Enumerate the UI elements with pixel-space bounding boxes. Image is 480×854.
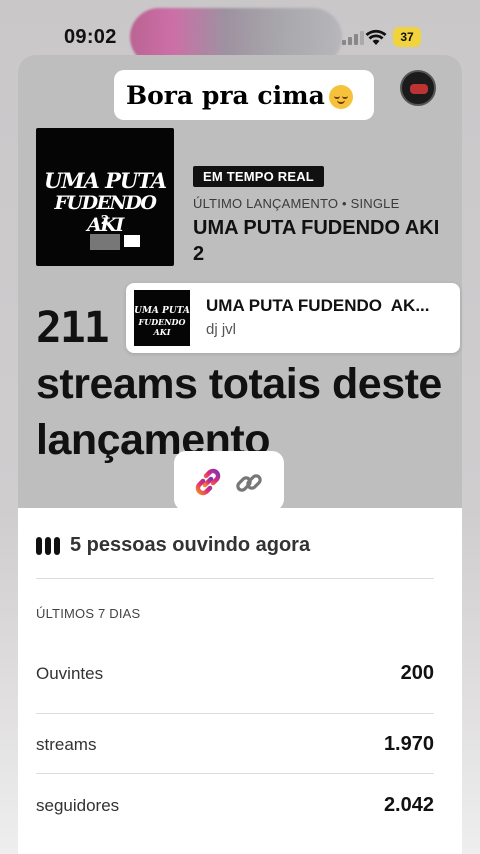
stat-row-value: 1.970: [383, 733, 434, 755]
live-bars-icon: [36, 536, 60, 555]
np-cover-line2: FUDENDO AKI: [138, 317, 186, 337]
parental-advisory-icon: [124, 235, 140, 247]
artist-avatar[interactable]: [400, 70, 436, 106]
release-title: UMA PUTA FUDENDO AKI 2: [193, 217, 440, 265]
story-caption-text: Bora pra cima: [126, 80, 325, 110]
now-playing-artist: dj jvl: [206, 321, 237, 338]
cellular-signal-icon: [342, 31, 364, 45]
divider: [36, 713, 434, 714]
cover-text-line1: UMA PUTA: [43, 168, 167, 193]
chain-link-icon: [236, 474, 262, 492]
section-label-last-7-days: ÚLTIMOS 7 DIAS: [36, 606, 141, 621]
link-icon: [195, 468, 221, 496]
now-playing-sticker[interactable]: UMA PUTA FUDENDO AKI UMA PUTA FUDENDO AK…: [126, 283, 460, 353]
stat-row-value: 200: [400, 662, 434, 684]
stat-row-label: Ouvintes: [36, 664, 104, 683]
now-playing-title: UMA PUTA FUDENDO AK...: [206, 296, 430, 315]
divider: [36, 773, 434, 774]
relieved-face-emoji-icon: [328, 85, 353, 109]
cover-dj-logo: [90, 234, 120, 250]
battery-icon: 37: [393, 27, 421, 47]
divider: [36, 578, 434, 579]
release-cover-art: UMA PUTA FUDENDO AKI 2: [36, 128, 174, 266]
cover-text-line3: 2: [100, 213, 110, 227]
total-streams-label: streams totais deste lançamento: [36, 360, 442, 464]
stat-row-value: 2.042: [383, 794, 434, 816]
wifi-icon: [365, 29, 387, 45]
live-listeners-text: 5 pessoas ouvindo agora: [70, 534, 311, 556]
np-cover-line1: UMA PUTA: [134, 306, 190, 316]
now-playing-cover: UMA PUTA FUDENDO AKI: [134, 290, 190, 346]
status-time: 09:02: [64, 26, 117, 48]
live-listeners: 5 pessoas ouvindo agora: [36, 534, 310, 557]
realtime-badge: EM TEMPO REAL: [193, 166, 324, 187]
release-meta: ÚLTIMO LANÇAMENTO • SINGLE: [193, 196, 400, 211]
stat-row-label: seguidores: [36, 796, 120, 815]
stat-row-label: streams: [36, 735, 97, 754]
story-caption: Bora pra cima: [114, 70, 374, 120]
